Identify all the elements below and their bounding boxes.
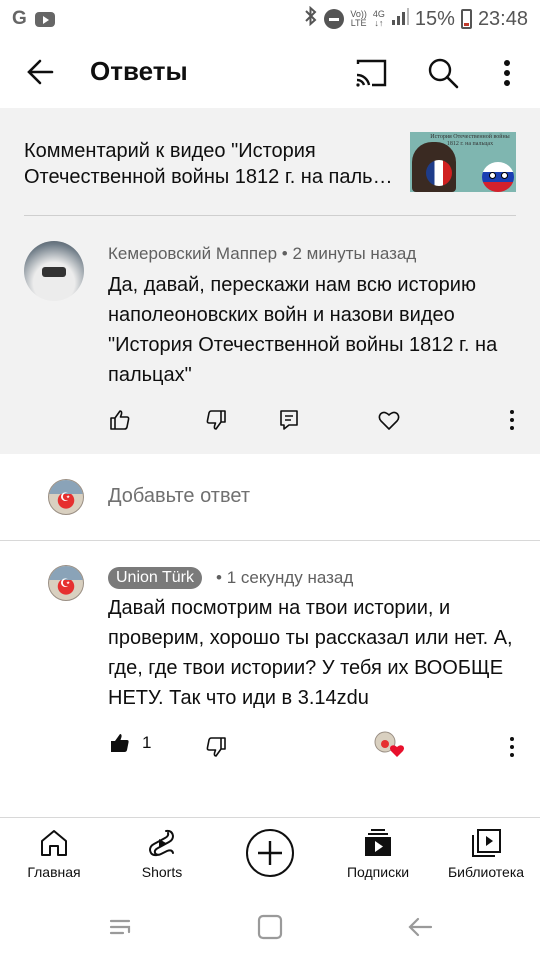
avatar — [48, 479, 84, 515]
thumbnail-title: История Отечественной войны 1812 г. на п… — [430, 134, 510, 147]
nav-home-label: Главная — [27, 864, 81, 880]
signal-icon — [391, 7, 409, 31]
creator-heart-icon — [374, 731, 406, 759]
recent-apps-icon[interactable] — [105, 912, 135, 942]
network-indicator: 4G ↓↑ — [373, 10, 385, 28]
video-thumbnail[interactable]: История Отечественной войны 1812 г. на п… — [410, 132, 516, 192]
avatar[interactable] — [48, 565, 84, 601]
reply-text: Давай посмотрим на твои истории, и прове… — [108, 597, 513, 709]
more-vert-icon[interactable] — [500, 735, 524, 759]
thumbnail-france-ball — [426, 160, 452, 186]
comment-time: 2 минуты назад — [292, 244, 417, 263]
youtube-icon — [34, 11, 55, 27]
home-icon — [38, 828, 70, 858]
video-context-text: Комментарий к видео "История Отечественн… — [24, 138, 404, 190]
video-context-line1: Комментарий к видео "История — [24, 140, 316, 162]
google-icon: G — [12, 8, 27, 29]
bluetooth-icon — [304, 5, 318, 32]
add-reply-input[interactable]: Добавьте ответ — [108, 485, 250, 508]
battery-percent: 15% — [414, 7, 455, 30]
status-bar: G Vo)) LTE 4G ↓↑ 15% 23:48 — [0, 0, 540, 38]
subscriptions-icon — [362, 828, 394, 858]
more-vert-icon[interactable] — [492, 54, 522, 92]
author-badge[interactable]: Union Türk — [108, 567, 202, 589]
clock: 23:48 — [477, 7, 528, 30]
heart-fill — [390, 745, 404, 757]
dislike-icon[interactable] — [204, 408, 228, 432]
page-title: Ответы — [90, 56, 188, 86]
network-activity: ↓↑ — [374, 18, 384, 28]
reply-meta: • 1 секунду назад — [216, 568, 353, 588]
video-context[interactable]: Комментарий к видео "История Отечественн… — [0, 108, 540, 216]
volte-bottom: LTE — [350, 18, 367, 28]
main-comment: Кемеровский Маппер • 2 минуты назад Да, … — [0, 216, 540, 454]
nav-subscriptions[interactable]: Подписки — [334, 818, 422, 894]
nav-library-label: Библиотека — [447, 864, 525, 880]
back-arrow-icon[interactable] — [22, 54, 62, 90]
comment-author[interactable]: Кемеровский Маппер — [108, 244, 277, 263]
avatar[interactable] — [24, 241, 84, 301]
reply-icon[interactable] — [277, 408, 301, 432]
back-button-icon[interactable] — [405, 912, 435, 942]
like-count: 1 — [142, 733, 152, 752]
nav-library[interactable]: Библиотека — [440, 818, 532, 894]
thumbnail-russia-ball — [482, 162, 514, 192]
volte-indicator: Vo)) LTE — [350, 10, 367, 28]
meta-separator: • — [281, 244, 288, 263]
shorts-icon — [146, 828, 178, 858]
dislike-icon[interactable] — [204, 735, 228, 759]
app-bar: Ответы — [0, 38, 540, 108]
cast-icon[interactable] — [352, 56, 390, 90]
do-not-disturb-icon — [324, 9, 345, 29]
nav-shorts[interactable]: Shorts — [122, 818, 202, 894]
bottom-nav: Главная Shorts Подписки Библиотека — [0, 818, 540, 894]
comment-text: Да, давай, перескажи нам всю историю нап… — [108, 274, 498, 386]
system-nav-bar — [0, 894, 540, 960]
meta-separator: • — [216, 568, 222, 587]
add-reply-row[interactable]: Добавьте ответ — [0, 455, 540, 540]
battery-icon — [460, 9, 472, 29]
reply-time: 1 секунду назад — [226, 568, 354, 587]
like-icon-filled[interactable] — [108, 731, 132, 755]
home-button-icon[interactable] — [255, 912, 285, 942]
comment-meta: Кемеровский Маппер • 2 минуты назад — [108, 244, 416, 264]
nav-home[interactable]: Главная — [14, 818, 94, 894]
heart-icon[interactable] — [377, 408, 401, 432]
like-icon[interactable] — [108, 408, 132, 432]
video-context-line2: Отечественной войны 1812 г. на пальцах" — [24, 166, 404, 188]
nav-subscriptions-label: Подписки — [346, 864, 410, 880]
create-icon[interactable] — [245, 828, 295, 878]
more-vert-icon[interactable] — [500, 408, 524, 432]
reply-comment: Union Türk • 1 секунду назад Давай посмо… — [0, 541, 540, 801]
library-icon — [470, 828, 502, 858]
nav-shorts-label: Shorts — [141, 864, 183, 880]
search-icon[interactable] — [424, 54, 462, 92]
